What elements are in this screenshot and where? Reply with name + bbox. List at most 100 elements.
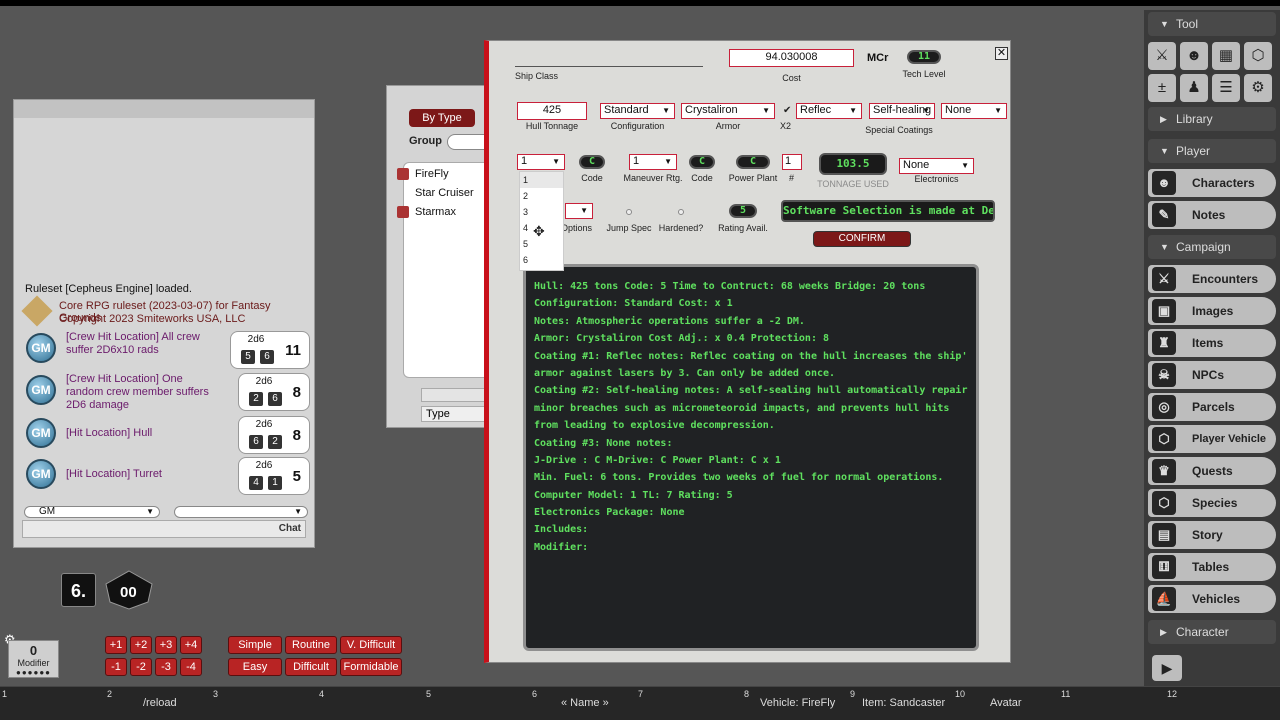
list-item[interactable]: Starmax — [397, 206, 456, 218]
hardened-radio[interactable] — [678, 209, 684, 215]
identity-select[interactable]: GM ▼ — [24, 506, 160, 518]
sidebar-item-tables[interactable]: ⚅ Tables — [1148, 553, 1276, 581]
jump-code-value[interactable]: C — [579, 155, 605, 169]
coating-3-select[interactable]: None ▼ — [941, 103, 1007, 119]
mod-minus-4-button[interactable]: -4 — [180, 658, 202, 676]
simple-button[interactable]: Simple — [228, 636, 282, 654]
list-item[interactable]: FireFly — [397, 168, 449, 180]
difficult-button[interactable]: Difficult — [285, 658, 337, 676]
tool-section-header[interactable]: ▼ Tool — [1148, 12, 1276, 36]
jump-spec-radio[interactable] — [626, 209, 632, 215]
modifier-box[interactable]: 0 Modifier ●●●●●● — [8, 640, 59, 678]
sidebar-item-parcels[interactable]: ◎ Parcels — [1148, 393, 1276, 421]
sidebar-item-label: Species — [1192, 496, 1238, 510]
modifiers-icon[interactable]: ± — [1148, 74, 1176, 102]
rating-value[interactable]: 5 — [729, 204, 757, 218]
group-filter-input[interactable] — [447, 134, 487, 150]
power-plant-count-select[interactable]: 1 — [782, 154, 802, 170]
tech-level-value[interactable]: 11 — [907, 50, 941, 64]
electronics-label: Electronics — [914, 174, 959, 184]
die-value: 2 — [268, 435, 282, 449]
ship-class-input[interactable] — [515, 66, 703, 67]
armor-select[interactable]: Crystaliron ▼ — [681, 103, 775, 119]
close-icon[interactable]: ✕ — [995, 47, 1008, 60]
power-plant-value[interactable]: C — [736, 155, 770, 169]
dice-result-box[interactable]: 2d6 4 1 5 — [238, 457, 310, 495]
campaign-section-header[interactable]: ▼ Campaign — [1148, 235, 1276, 259]
play-icon[interactable]: ▶ — [1152, 655, 1182, 681]
type-field[interactable]: Type — [421, 406, 487, 422]
language-select[interactable]: ▼ — [174, 506, 308, 518]
list-item[interactable]: Star Cruiser — [415, 187, 485, 199]
hotkey-item[interactable]: Item: Sandcaster — [862, 697, 945, 709]
routine-button[interactable]: Routine — [285, 636, 337, 654]
mod-plus-1-button[interactable]: +1 — [105, 636, 127, 654]
mod-plus-4-button[interactable]: +4 — [180, 636, 202, 654]
chat-titlebar[interactable] — [14, 100, 314, 118]
chat-input[interactable]: Chat — [22, 520, 306, 538]
sidebar-item-characters[interactable]: ☻ Characters — [1148, 169, 1276, 197]
hull-tonnage-field[interactable]: 425 — [517, 102, 587, 120]
mod-minus-3-button[interactable]: -3 — [155, 658, 177, 676]
by-type-button[interactable]: By Type — [409, 109, 475, 127]
x2-checkbox[interactable]: ✔ — [783, 105, 791, 116]
sidebar-item-species[interactable]: ⬡ Species — [1148, 489, 1276, 517]
sidebar-item-items[interactable]: ♜ Items — [1148, 329, 1276, 357]
character-section-header[interactable]: ▶ Character — [1148, 620, 1276, 644]
sidebar-item-vehicles[interactable]: ⛵ Vehicles — [1148, 585, 1276, 613]
cost-field[interactable]: 94.030008 — [729, 49, 854, 67]
mod-minus-1-button[interactable]: -1 — [105, 658, 127, 676]
hotkey-number: 7 — [638, 689, 644, 699]
coating-2-select[interactable]: Self-healing ▼ — [869, 103, 935, 119]
jump-drive-select[interactable]: 1 ▼ — [517, 154, 565, 170]
crossed-swords-icon[interactable]: ⚔ — [1148, 42, 1176, 70]
d6-dice-icon[interactable]: 6. — [61, 573, 96, 607]
mod-plus-3-button[interactable]: +3 — [155, 636, 177, 654]
calendar-icon[interactable]: ▦ — [1212, 42, 1240, 70]
very-difficult-button[interactable]: V. Difficult — [340, 636, 402, 654]
chat-send-button[interactable]: Chat — [279, 523, 301, 534]
hotkey-reload[interactable]: /reload — [143, 697, 177, 709]
mod-minus-2-button[interactable]: -2 — [130, 658, 152, 676]
sidebar-item-player-vehicle[interactable]: ⬡ Player Vehicle — [1148, 425, 1276, 453]
maneuver-select[interactable]: 1 ▼ — [629, 154, 677, 170]
sidebar-item-encounters[interactable]: ⚔ Encounters — [1148, 265, 1276, 293]
electronics-select[interactable]: None ▼ — [899, 158, 974, 174]
dice-result-box[interactable]: 2d6 6 2 8 — [238, 416, 310, 454]
party-icon[interactable]: ☻ — [1180, 42, 1208, 70]
sidebar-item-notes[interactable]: ✎ Notes — [1148, 201, 1276, 229]
sidebar-item-npcs[interactable]: ☠ NPCs — [1148, 361, 1276, 389]
hotkey-avatar[interactable]: Avatar — [990, 697, 1022, 709]
effects-icon[interactable]: ♟ — [1180, 74, 1208, 102]
d20-icon[interactable]: ⬡ — [1244, 42, 1272, 70]
mod-plus-2-button[interactable]: +2 — [130, 636, 152, 654]
sidebar-item-label: Parcels — [1192, 400, 1235, 414]
coating-1-select[interactable]: Reflec ▼ — [796, 103, 862, 119]
computer-select[interactable]: ▼ — [565, 203, 593, 219]
dice-result-box[interactable]: 2d6 2 6 8 — [238, 373, 310, 411]
confirm-button[interactable]: CONFIRM — [813, 231, 911, 247]
options-icon[interactable]: ☰ — [1212, 74, 1240, 102]
configuration-select[interactable]: Standard ▼ — [600, 103, 675, 119]
summary-line: Configuration: Standard Cost: x 1 — [534, 298, 733, 310]
sidebar-item-quests[interactable]: ♛ Quests — [1148, 457, 1276, 485]
sidebar-item-images[interactable]: ▣ Images — [1148, 297, 1276, 325]
sidebar-item-label: Vehicles — [1192, 592, 1241, 606]
list-scrollbar[interactable] — [421, 388, 487, 402]
dropdown-option[interactable]: 1 — [520, 172, 563, 188]
formidable-button[interactable]: Formidable — [340, 658, 402, 676]
dropdown-option[interactable]: 2 — [520, 188, 563, 204]
dropdown-option[interactable]: 6 — [520, 252, 563, 268]
maneuver-code-value[interactable]: C — [689, 155, 715, 169]
d100-dice-icon[interactable]: 00 — [104, 570, 154, 610]
hotkey-number: 8 — [744, 689, 750, 699]
hotkey-name[interactable]: « Name » — [561, 697, 609, 709]
hotkey-vehicle[interactable]: Vehicle: FireFly — [760, 697, 835, 709]
dice-result-box[interactable]: 2d6 5 6 11 — [230, 331, 310, 369]
sidebar-item-story[interactable]: ▤ Story — [1148, 521, 1276, 549]
easy-button[interactable]: Easy — [228, 658, 282, 676]
gear-icon[interactable]: ⚙ — [1244, 74, 1272, 102]
library-section-header[interactable]: ▶ Library — [1148, 107, 1276, 131]
player-section-header[interactable]: ▼ Player — [1148, 139, 1276, 163]
dropdown-option[interactable]: 3 — [520, 204, 563, 220]
